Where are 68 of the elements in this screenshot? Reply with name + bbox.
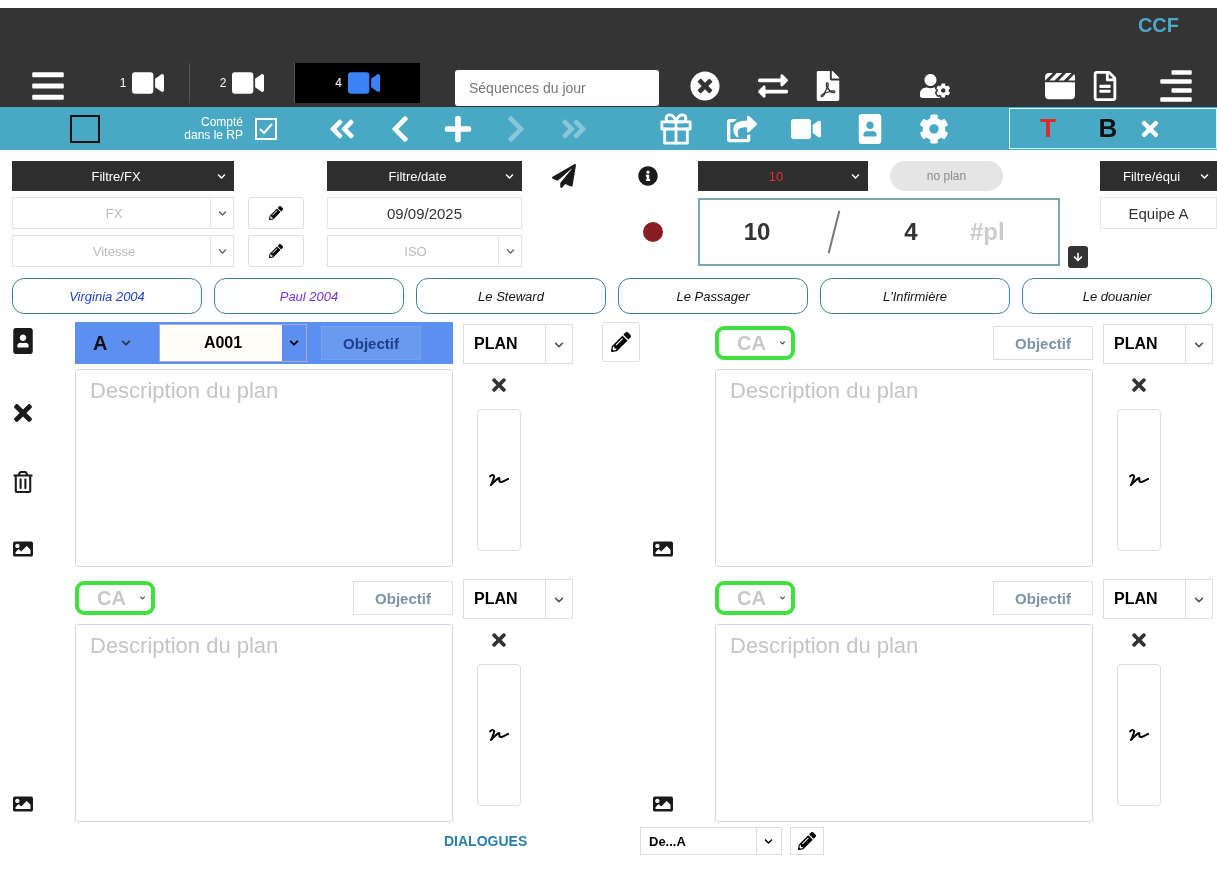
check-icon: [259, 122, 273, 135]
character-chip[interactable]: Paul 2004: [214, 278, 404, 314]
pencil-button[interactable]: [248, 197, 304, 229]
search-field[interactable]: Séquences du jour: [455, 70, 659, 106]
date-filter-select[interactable]: Filtre/date: [327, 161, 522, 191]
caret-icon: [554, 340, 564, 350]
format-button[interactable]: B: [1078, 112, 1138, 145]
camera-tab[interactable]: 1: [95, 63, 190, 103]
section-label: DIALOGUES: [444, 833, 529, 849]
camera-tab[interactable]: 4: [295, 63, 420, 103]
team-filter-select[interactable]: Filtre/équi: [1100, 161, 1217, 191]
brand-label: CCF: [1137, 14, 1179, 37]
pencil-button[interactable]: [248, 235, 304, 267]
pencil-button[interactable]: [790, 827, 824, 855]
image-icon[interactable]: [12, 794, 33, 814]
shot-code-select[interactable]: A001: [159, 324, 307, 362]
plan-select[interactable]: PLAN: [1103, 579, 1213, 619]
plan-select[interactable]: PLAN: [463, 324, 573, 364]
pencil-icon: [611, 332, 631, 352]
image-icon[interactable]: [652, 539, 673, 559]
pencil-icon: [798, 832, 816, 850]
counter-value: 10: [742, 218, 772, 246]
camera-tab[interactable]: 2: [190, 63, 295, 103]
character-chip[interactable]: L'Infirmière: [820, 278, 1010, 314]
arrow-down-icon: [1073, 252, 1083, 262]
team-field[interactable]: Equipe A: [1100, 197, 1217, 229]
trash-icon[interactable]: [11, 471, 34, 494]
info-icon[interactable]: [638, 166, 658, 186]
fx-filter-select[interactable]: Filtre/FX: [12, 161, 234, 191]
plan-select[interactable]: PLAN: [1103, 324, 1213, 364]
description-field[interactable]: Description du plan: [75, 624, 453, 822]
down-arrow-button[interactable]: [1068, 246, 1088, 268]
caret-icon: [218, 246, 227, 256]
counted-label: Compté dans le RP: [183, 115, 243, 142]
caret-icon: [289, 338, 299, 348]
caret-icon: [1194, 595, 1204, 605]
counted-checkbox[interactable]: [255, 117, 277, 140]
caret-icon: [505, 171, 514, 181]
caret-icon: [121, 338, 132, 348]
select-all-checkbox[interactable]: [70, 114, 100, 143]
date-field[interactable]: 09/09/2025: [327, 197, 522, 229]
image-icon[interactable]: [652, 794, 673, 814]
character-chip[interactable]: Le Passager: [618, 278, 808, 314]
paper-plane-icon[interactable]: [552, 164, 576, 188]
caret-icon: [218, 208, 227, 218]
record-dot-icon: [643, 222, 663, 242]
dialogue-select[interactable]: De...A: [640, 827, 782, 855]
counter-value: 4: [903, 218, 919, 246]
caret-icon: [851, 171, 860, 181]
gift-icon[interactable]: [659, 111, 693, 146]
plan-select[interactable]: PLAN: [463, 579, 573, 619]
character-chip[interactable]: Le douanier: [1022, 278, 1212, 314]
caret-icon: [1200, 171, 1209, 181]
description-field[interactable]: Description du plan: [715, 624, 1093, 822]
character-chip[interactable]: Virginia 2004: [12, 278, 202, 314]
caret-icon: [554, 595, 564, 605]
caret-icon: [217, 171, 226, 181]
caret-icon: [1194, 340, 1204, 350]
camera-select[interactable]: A: [75, 323, 159, 363]
description-field[interactable]: Description du plan: [75, 369, 453, 567]
caret-icon: [506, 246, 515, 256]
pencil-icon: [269, 244, 283, 258]
pencil-button[interactable]: [602, 322, 640, 362]
caret-icon: [764, 837, 773, 846]
character-chip[interactable]: Le Steward: [416, 278, 606, 314]
pencil-icon: [269, 206, 283, 220]
description-field[interactable]: Description du plan: [715, 369, 1093, 567]
settings-icon[interactable]: [919, 111, 949, 146]
